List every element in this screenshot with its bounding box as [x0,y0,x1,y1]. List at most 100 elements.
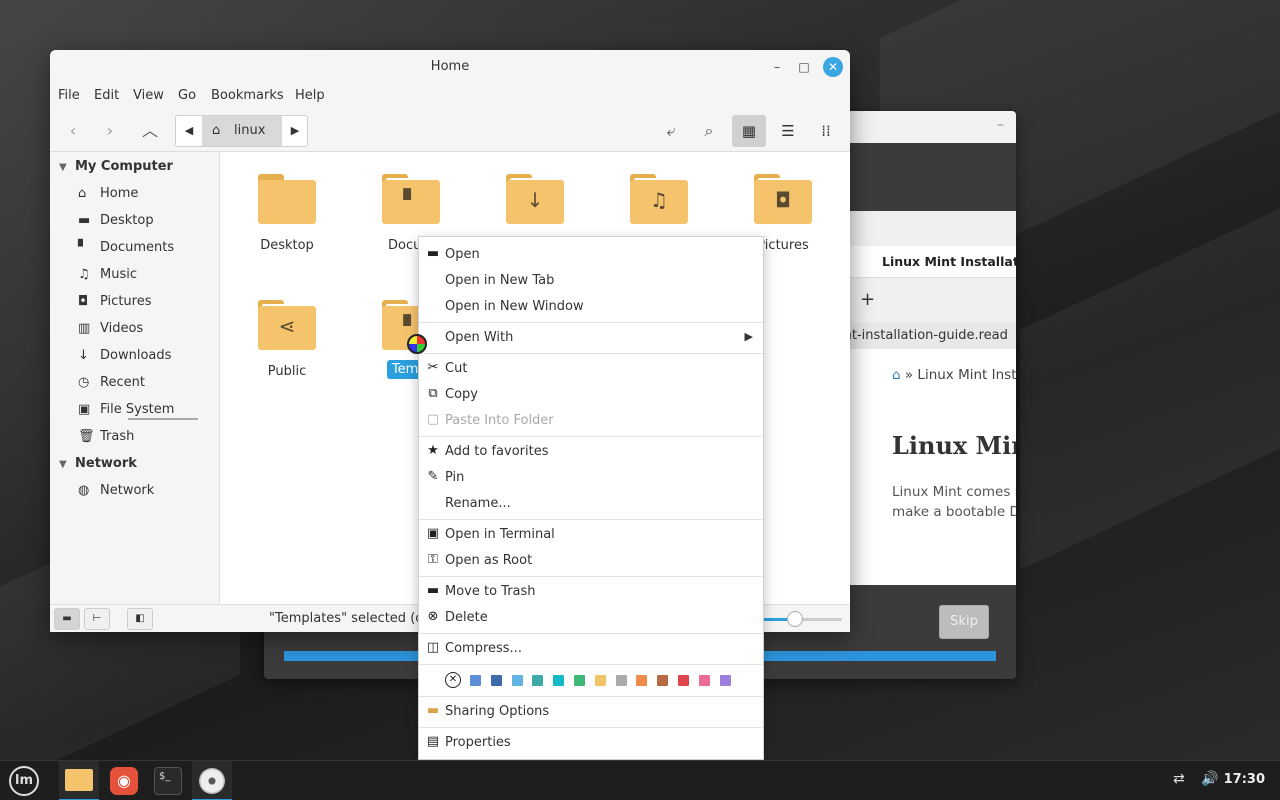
music-icon: ♫ [78,267,90,282]
menu-help[interactable]: Help [295,88,325,103]
menu-item-copy[interactable]: ⧉ Copy [419,382,763,408]
menu-item-sharing-options[interactable]: ▬ Sharing Options [419,699,763,725]
sidebar-item-downloads[interactable]: ↓ Downloads [78,348,171,363]
menu-item-label: Open in Terminal [445,527,555,542]
show-places-button[interactable]: ▬ [54,608,80,630]
file-label: Desktop [260,238,314,253]
sidebar-item-trash[interactable]: 🗑 Trash [78,429,134,444]
taskbar-terminal-button[interactable]: $_ [148,761,188,800]
emblem-color-swatch[interactable] [490,675,502,686]
menu-item-add-favorites[interactable]: ★ Add to favorites [419,439,763,465]
sidebar-section-network[interactable]: ▼ Network [59,456,137,471]
menu-item-open-new-window[interactable]: Open in New Window [419,294,763,320]
file-item-music[interactable]: ♫ [611,172,707,224]
hide-sidebar-button[interactable]: ◧ [127,608,153,630]
close-button[interactable]: ✕ [823,57,843,77]
sidebar-item-home[interactable]: ⌂ Home [78,186,138,201]
mint-menu-button[interactable]: lm [2,761,42,800]
sidebar-item-music[interactable]: ♫ Music [78,267,137,282]
emblem-color-swatch[interactable] [636,675,648,686]
breadcrumb-text[interactable]: » Linux Mint Inst [905,367,1016,383]
clear-emblem-icon[interactable]: ✕ [445,672,461,688]
minimize-button[interactable]: – [997,117,1004,133]
emblem-color-swatch[interactable] [532,675,544,686]
new-tab-button[interactable]: + [860,289,875,310]
file-item-public[interactable]: ⋖ Public [239,298,335,379]
show-tree-button[interactable]: ⊢ [84,608,110,630]
path-crumb-home[interactable]: ⌂ linux [202,116,282,146]
icon-view-button[interactable]: ▦ [732,115,766,147]
sidebar-item-desktop[interactable]: ▬ Desktop [78,213,154,228]
emblem-color-swatch[interactable] [657,675,669,686]
menu-file[interactable]: File [58,88,80,103]
list-view-button[interactable]: ☰ [771,115,805,147]
taskbar-installer-button[interactable] [192,761,232,800]
menu-item-rename[interactable]: Rename... [419,491,763,517]
taskbar-firefox-button[interactable]: ◉ [104,761,144,800]
menu-item-properties[interactable]: ▤ Properties [419,730,763,756]
volume-icon[interactable]: 🔊 [1201,771,1218,787]
taskbar-files-button[interactable] [59,761,99,800]
section-title: My Computer [75,159,173,174]
delete-icon: ⊗ [427,609,439,624]
scissors-icon: ✂ [427,360,439,375]
search-icon[interactable]: ⌕ [696,118,722,144]
zoom-slider[interactable] [764,611,842,627]
sidebar-item-recent[interactable]: ◷ Recent [78,375,145,390]
menu-separator [419,353,763,354]
network-transfer-icon[interactable]: ⇄ [1173,771,1185,787]
menu-item-label: Compress... [445,641,522,656]
back-icon[interactable]: ‹ [60,118,86,144]
maximize-button[interactable]: □ [795,58,813,76]
sidebar-section-my-computer[interactable]: ▼ My Computer [59,159,173,174]
minimize-button[interactable]: – [768,58,786,76]
browser-urlbar[interactable]: int-installation-guide.read [840,323,1016,349]
emblem-color-swatch[interactable] [470,675,481,686]
menu-bookmarks[interactable]: Bookmarks [211,88,284,103]
compact-view-button[interactable]: ⁞⁞ [809,115,843,147]
skip-button[interactable]: Skip [939,605,989,639]
path-right-arrow-icon[interactable]: ▶ [282,116,308,146]
emblem-color-swatch[interactable] [615,675,627,686]
file-item-desktop[interactable]: Desktop [239,172,335,253]
menu-item-move-trash[interactable]: ▬ Move to Trash [419,579,763,605]
key-icon: ⚿ [428,552,438,567]
menu-go[interactable]: Go [178,88,196,103]
toggle-location-icon[interactable]: ⤶ [658,118,684,144]
menu-view[interactable]: View [133,88,164,103]
folder-download-icon: ↓ [506,172,564,224]
clock[interactable]: 17:30 [1224,772,1265,787]
zoom-slider-handle[interactable] [787,611,804,627]
sidebar-item-videos[interactable]: ▥ Videos [78,321,143,336]
menu-item-delete[interactable]: ⊗ Delete [419,605,763,631]
sidebar-item-label: Pictures [100,294,152,309]
menu-item-cut[interactable]: ✂ Cut [419,356,763,382]
emblem-color-swatch[interactable] [719,675,731,686]
emblem-color-swatch[interactable] [698,675,710,686]
emblem-color-swatch[interactable] [594,675,606,686]
file-item-downloads[interactable]: ↓ [487,172,583,224]
browser-tab-title[interactable]: Linux Mint Installatio [882,254,1016,269]
emblem-color-swatch[interactable] [678,675,689,686]
menu-item-open-terminal[interactable]: ▣ Open in Terminal [419,522,763,548]
emblem-color-swatch[interactable] [553,675,565,686]
menu-item-paste-into-folder[interactable]: ▢ Paste Into Folder [419,408,763,434]
menu-edit[interactable]: Edit [94,88,119,103]
sidebar-item-documents[interactable]: ▘ Documents [78,240,174,255]
home-icon[interactable]: ⌂ [892,367,901,383]
emblem-color-swatch[interactable] [511,675,523,686]
sidebar-item-network[interactable]: ◍ Network [78,483,154,498]
menu-item-open-with[interactable]: Open With ▶ [419,325,763,351]
menu-item-open-root[interactable]: ⚿ Open as Root [419,548,763,574]
emblem-color-swatch[interactable] [574,675,585,686]
up-icon[interactable]: ︿ [137,118,163,144]
menu-item-compress[interactable]: ◫ Compress... [419,636,763,662]
sidebar-item-file-system[interactable]: ▣ File System [78,402,198,420]
sidebar-item-pictures[interactable]: ◘ Pictures [78,294,151,309]
menu-item-open-new-tab[interactable]: Open in New Tab [419,268,763,294]
forward-icon[interactable]: › [97,118,123,144]
menu-item-open[interactable]: ▬ Open [419,242,763,268]
menu-item-pin[interactable]: ✎ Pin [419,465,763,491]
menu-item-label: Delete [445,610,488,625]
path-left-arrow-icon[interactable]: ◀ [176,116,202,146]
